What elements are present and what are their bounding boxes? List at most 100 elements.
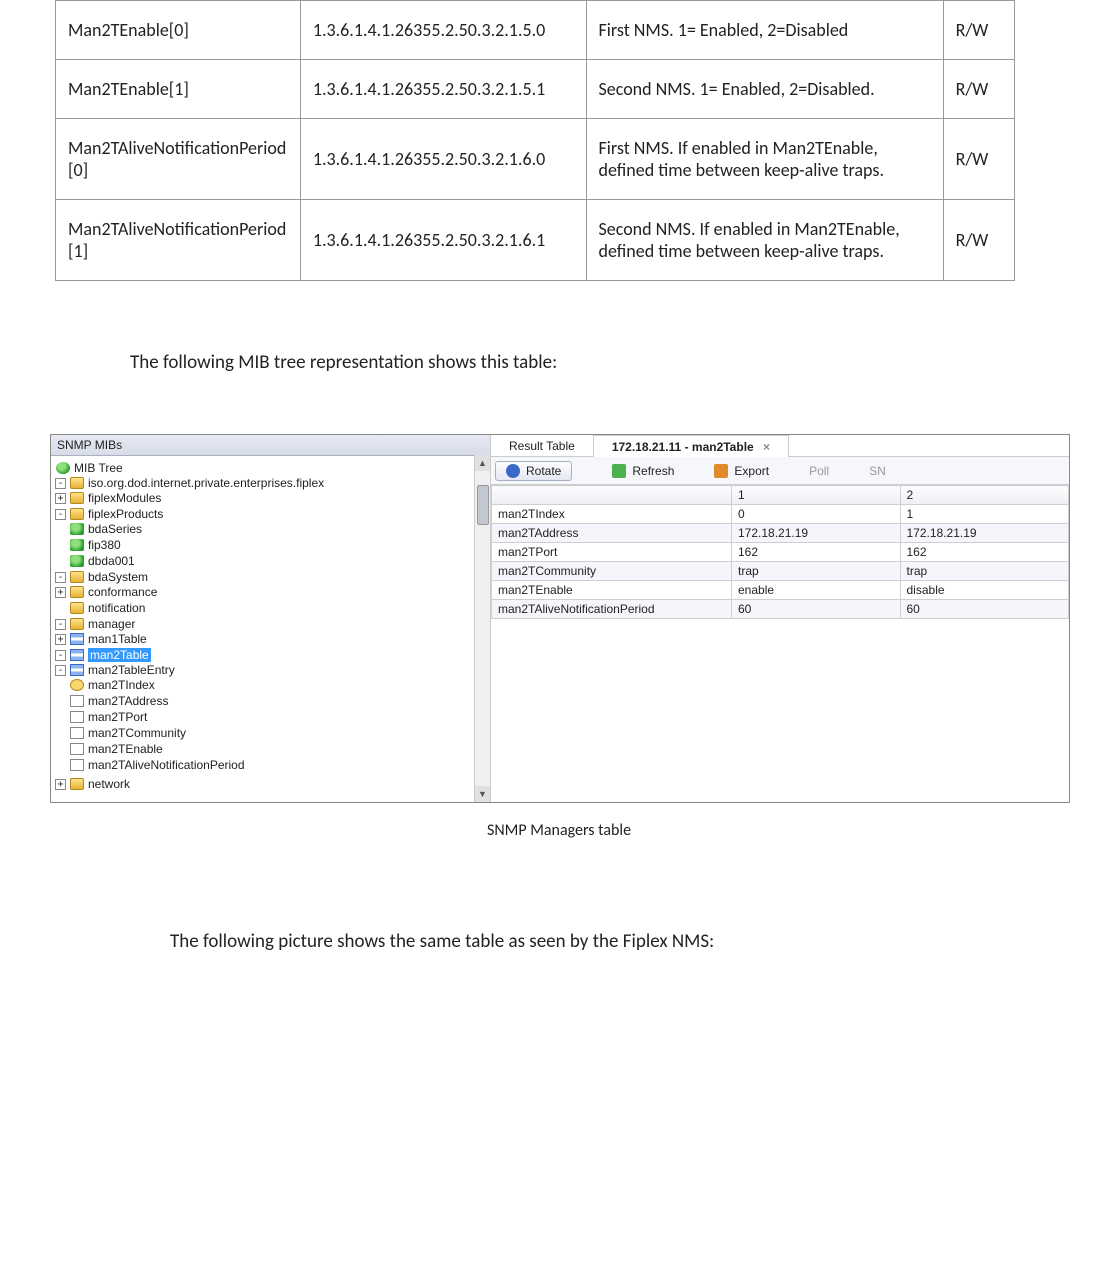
export-button[interactable]: Export	[714, 464, 769, 478]
close-icon[interactable]: ×	[763, 440, 770, 454]
column-icon	[70, 711, 84, 723]
result-header-col2: 2	[900, 486, 1069, 505]
expand-toggle[interactable]: +	[55, 493, 66, 504]
tree-node[interactable]: man2TIndex	[88, 678, 155, 692]
result-cell: 172.18.21.19	[900, 524, 1069, 543]
entry-icon	[70, 664, 84, 676]
result-cell: 162	[732, 543, 901, 562]
expand-toggle[interactable]: +	[55, 587, 66, 598]
expand-toggle[interactable]: -	[55, 478, 66, 489]
mib-cell-access: R/W	[943, 1, 1014, 60]
mib-tree-panel: SNMP MIBs MIB Tree - iso.org.dod.interne…	[51, 435, 491, 802]
column-icon	[70, 727, 84, 739]
tree-node[interactable]: dbda001	[88, 554, 135, 568]
result-row-label: man2TPort	[492, 543, 732, 562]
figure-caption: SNMP Managers table	[0, 821, 1118, 840]
mib-cell-oid: 1.3.6.1.4.1.26355.2.50.3.2.1.5.1	[300, 60, 586, 119]
mib-cell-oid: 1.3.6.1.4.1.26355.2.50.3.2.1.6.0	[300, 119, 586, 200]
refresh-label: Refresh	[632, 464, 674, 478]
result-cell: disable	[900, 581, 1069, 600]
export-icon	[714, 464, 728, 478]
tree-node[interactable]: man2TAliveNotificationPeriod	[88, 758, 245, 772]
result-cell: 60	[732, 600, 901, 619]
scroll-down-icon[interactable]: ▼	[475, 786, 490, 802]
poll-button[interactable]: Poll	[809, 464, 829, 478]
outro-text: The following picture shows the same tab…	[170, 930, 1118, 953]
expand-toggle[interactable]: -	[55, 619, 66, 630]
result-cell: enable	[732, 581, 901, 600]
mib-definition-table: Man2TEnable[0]1.3.6.1.4.1.26355.2.50.3.2…	[55, 0, 1015, 281]
result-cell: 0	[732, 505, 901, 524]
result-cell: 60	[900, 600, 1069, 619]
export-label: Export	[734, 464, 769, 478]
tree-node[interactable]: man2TAddress	[88, 694, 168, 708]
result-row: man2TEnableenabledisable	[492, 581, 1069, 600]
mib-cell-access: R/W	[943, 60, 1014, 119]
result-row-label: man2TEnable	[492, 581, 732, 600]
result-header-col1: 1	[732, 486, 901, 505]
tree-node[interactable]: man2TEnable	[88, 742, 163, 756]
mib-cell-name: Man2TAliveNotificationPeriod[0]	[56, 119, 301, 200]
mib-browser-screenshot: SNMP MIBs MIB Tree - iso.org.dod.interne…	[50, 434, 1070, 803]
tree-node[interactable]: fiplexProducts	[88, 507, 163, 521]
mib-cell-desc: Second NMS. 1= Enabled, 2=Disabled.	[586, 60, 943, 119]
rotate-icon	[506, 464, 520, 478]
expand-toggle[interactable]: -	[55, 665, 66, 676]
tree-node[interactable]: man2TPort	[88, 710, 147, 724]
table-icon	[70, 633, 84, 645]
result-tabs: Result Table 172.18.21.11 - man2Table ×	[491, 435, 1069, 457]
tree-node[interactable]: fiplexModules	[88, 491, 161, 505]
expand-toggle[interactable]: -	[55, 572, 66, 583]
tree-node[interactable]: fip380	[88, 538, 121, 552]
tree-node-selected[interactable]: man2Table	[88, 648, 151, 662]
mib-cell-desc: First NMS. If enabled in Man2TEnable, de…	[586, 119, 943, 200]
leaf-icon	[70, 555, 84, 567]
tree-node[interactable]: man1Table	[88, 632, 147, 646]
tab-result-table[interactable]: Result Table	[491, 435, 593, 457]
tab-active-label: 172.18.21.11 - man2Table	[612, 440, 754, 454]
expand-toggle[interactable]: +	[55, 779, 66, 790]
sn-label: SN	[869, 464, 886, 478]
result-cell: 172.18.21.19	[732, 524, 901, 543]
result-cell: trap	[900, 562, 1069, 581]
refresh-icon	[612, 464, 626, 478]
tree-panel-title: SNMP MIBs	[51, 435, 490, 456]
rotate-button[interactable]: Rotate	[495, 461, 572, 481]
mib-cell-name: Man2TEnable[1]	[56, 60, 301, 119]
folder-icon	[70, 508, 84, 520]
result-header-blank	[492, 486, 732, 505]
expand-toggle[interactable]: -	[55, 509, 66, 520]
result-row-label: man2TAddress	[492, 524, 732, 543]
scroll-up-icon[interactable]: ▲	[475, 455, 490, 471]
mib-table-row: Man2TEnable[1]1.3.6.1.4.1.26355.2.50.3.2…	[56, 60, 1015, 119]
folder-icon	[70, 492, 84, 504]
mib-table-row: Man2TAliveNotificationPeriod[1]1.3.6.1.4…	[56, 200, 1015, 281]
folder-icon	[70, 618, 84, 630]
scroll-thumb[interactable]	[477, 485, 489, 525]
tree-node[interactable]: man2TCommunity	[88, 726, 186, 740]
key-icon	[70, 679, 84, 691]
tree-scrollbar[interactable]: ▲ ▼	[474, 455, 490, 802]
tree-node[interactable]: notification	[88, 601, 145, 615]
result-row-label: man2TIndex	[492, 505, 732, 524]
result-row-label: man2TAliveNotificationPeriod	[492, 600, 732, 619]
globe-icon	[56, 462, 70, 474]
tree-node[interactable]: bdaSeries	[88, 522, 142, 536]
leaf-icon	[70, 523, 84, 535]
tree-node[interactable]: man2TableEntry	[88, 663, 175, 677]
result-cell: 162	[900, 543, 1069, 562]
tree-node[interactable]: iso.org.dod.internet.private.enterprises…	[88, 476, 324, 490]
tree-root-label: MIB Tree	[74, 461, 123, 475]
mib-tree[interactable]: MIB Tree - iso.org.dod.internet.private.…	[51, 456, 490, 802]
mib-cell-oid: 1.3.6.1.4.1.26355.2.50.3.2.1.6.1	[300, 200, 586, 281]
folder-icon	[70, 778, 84, 790]
tree-node[interactable]: manager	[88, 617, 135, 631]
result-row: man2TIndex01	[492, 505, 1069, 524]
expand-toggle[interactable]: -	[55, 650, 66, 661]
tab-active[interactable]: 172.18.21.11 - man2Table ×	[593, 435, 789, 457]
expand-toggle[interactable]: +	[55, 634, 66, 645]
tree-node[interactable]: bdaSystem	[88, 570, 148, 584]
tree-node[interactable]: network	[88, 777, 130, 791]
tree-node[interactable]: conformance	[88, 585, 157, 599]
refresh-button[interactable]: Refresh	[612, 464, 674, 478]
